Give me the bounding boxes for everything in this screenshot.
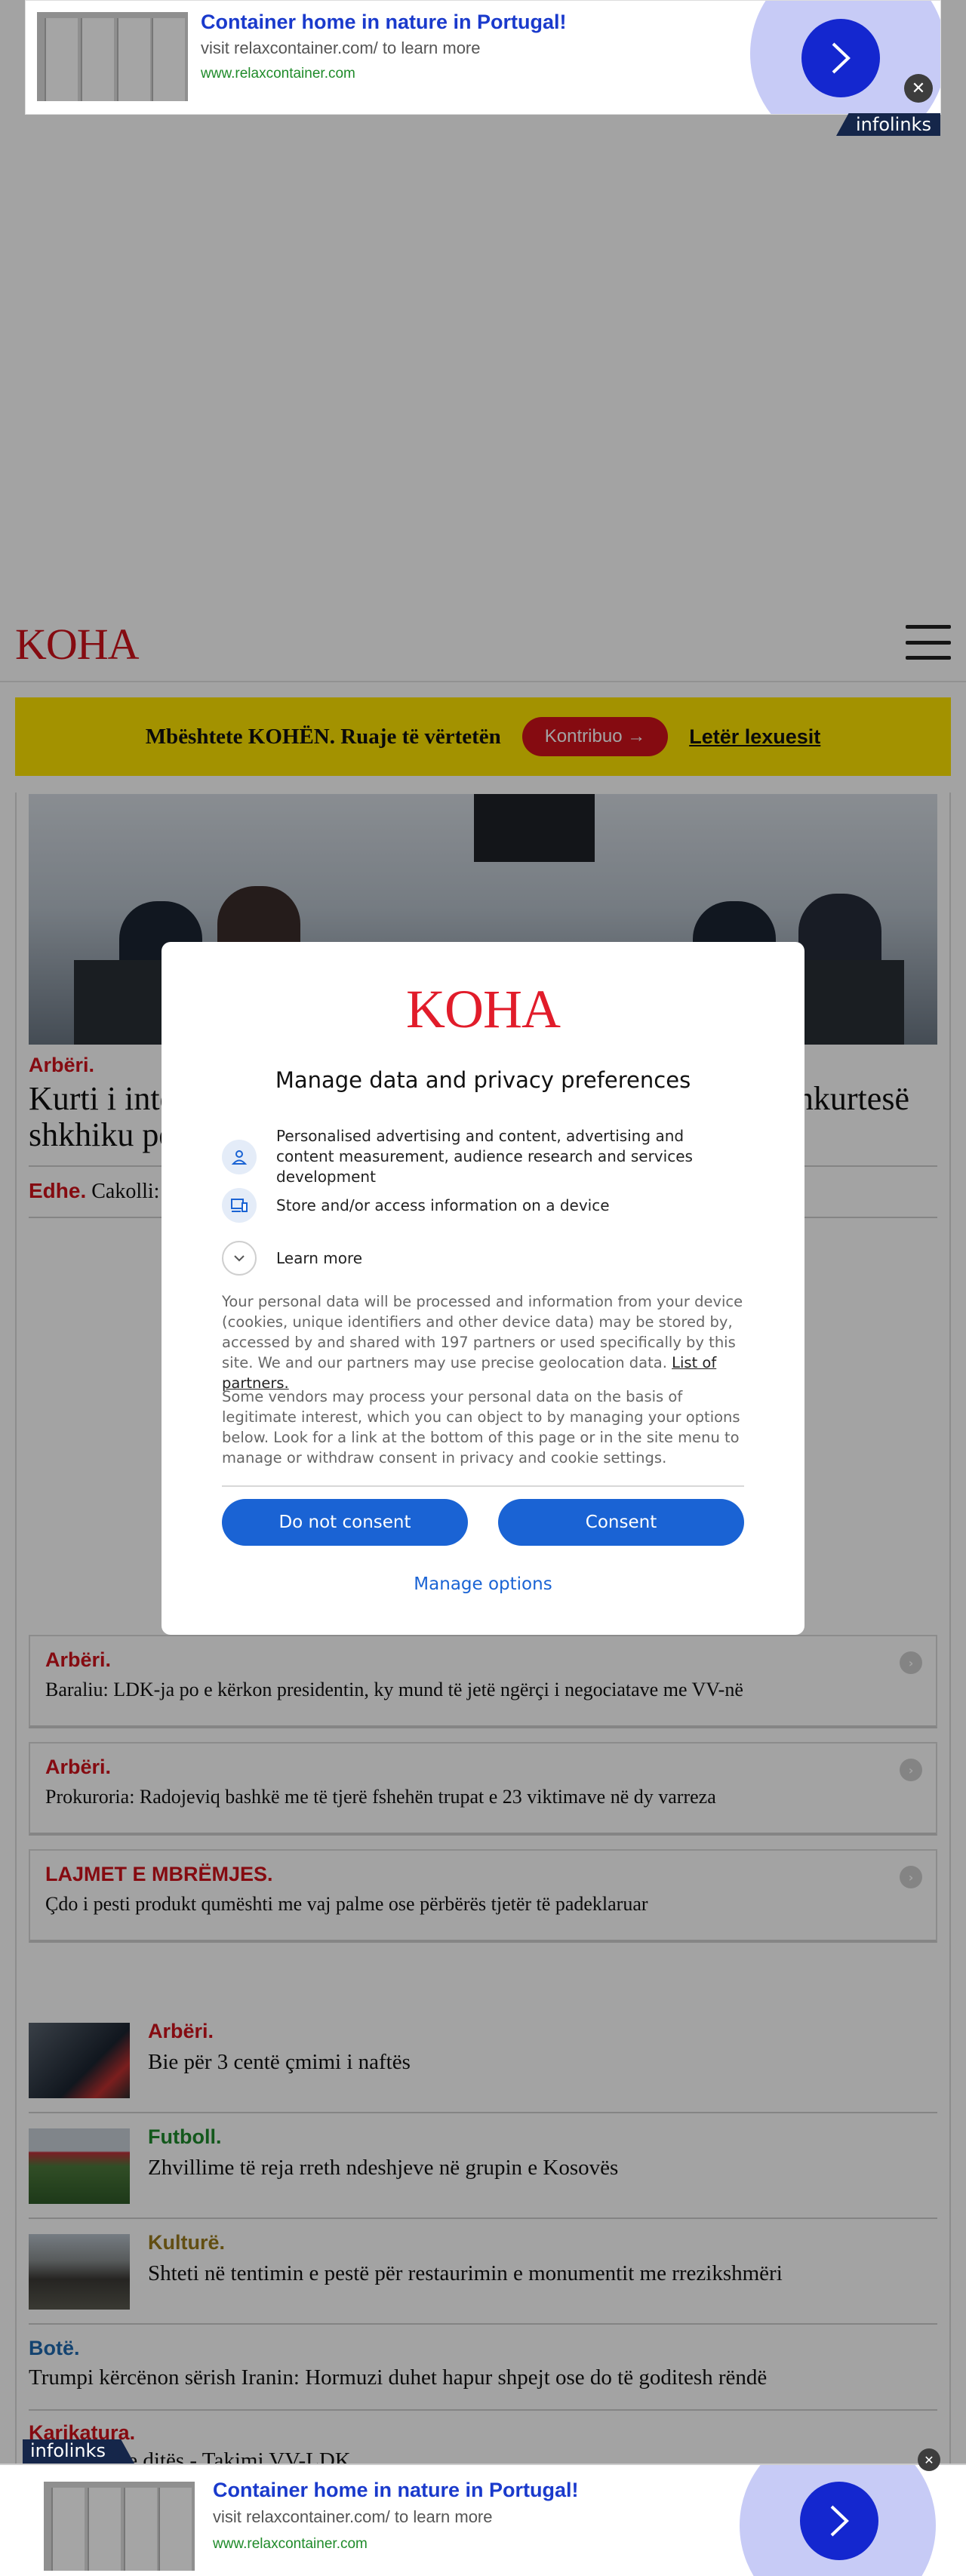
ad-image [44,2482,195,2571]
infolinks-badge[interactable]: infolinks [836,113,940,136]
dialog-title: Manage data and privacy preferences [275,1067,691,1093]
divider [222,1485,744,1487]
devices-icon [222,1188,257,1223]
dialog-logo: KOHA [406,979,561,1039]
consent-button[interactable]: Consent [498,1499,744,1546]
ad-image [37,12,188,101]
close-icon[interactable]: ✕ [904,74,933,103]
ad-title[interactable]: Container home in nature in Portugal! [213,2479,579,2502]
purpose-personalised: Personalised advertising and content, ad… [222,1126,744,1187]
learn-more-toggle[interactable]: Learn more [222,1241,744,1276]
ad-arrow-icon[interactable] [801,19,880,97]
legitimate-interest-paragraph: Some vendors may process your personal d… [222,1388,740,1467]
consent-paragraph: Your personal data will be processed and… [222,1293,743,1392]
manage-options-link[interactable]: Manage options [162,1574,804,1594]
purpose-device-storage: Store and/or access information on a dev… [222,1188,744,1223]
ad-url[interactable]: www.relaxcontainer.com [213,2536,368,2553]
chevron-down-icon[interactable] [222,1241,257,1276]
person-icon [222,1139,257,1174]
bottom-ad-banner[interactable]: Container home in nature in Portugal! vi… [0,2464,966,2576]
top-ad-banner[interactable]: Container home in nature in Portugal! vi… [25,0,941,115]
ad-subtitle: visit relaxcontainer.com/ to learn more [201,38,481,57]
ad-url[interactable]: www.relaxcontainer.com [201,66,355,82]
do-not-consent-button[interactable]: Do not consent [222,1499,468,1546]
close-icon[interactable]: ✕ [918,2448,940,2471]
ad-arrow-icon[interactable] [800,2482,878,2560]
ad-subtitle: visit relaxcontainer.com/ to learn more [213,2507,493,2526]
consent-dialog: KOHA Manage data and privacy preferences… [162,942,804,1635]
ad-title[interactable]: Container home in nature in Portugal! [201,11,567,34]
infolinks-badge[interactable]: infolinks [23,2439,134,2464]
